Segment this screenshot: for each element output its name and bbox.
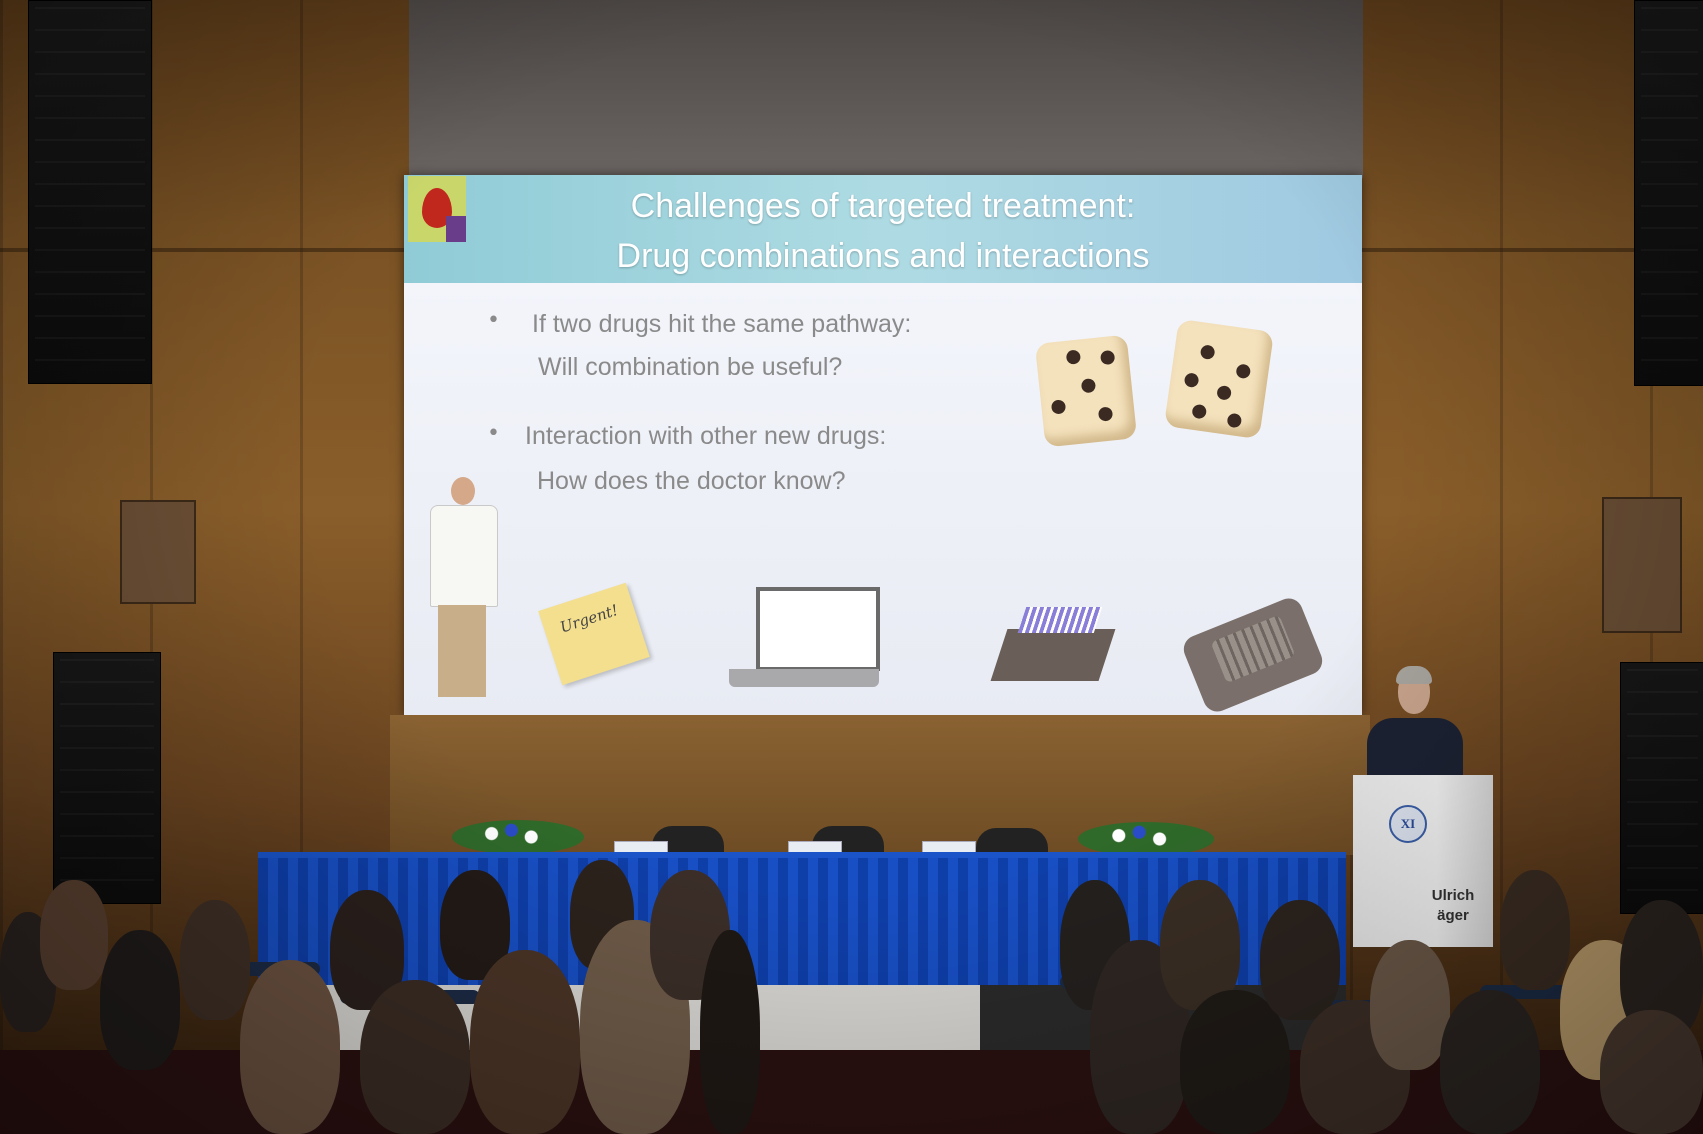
audience-member	[180, 900, 250, 1020]
left-flower-arrangement	[452, 820, 584, 854]
rolodex-cards	[1017, 607, 1103, 633]
left-hanging-speaker	[28, 0, 152, 384]
right-hanging-speaker	[1634, 0, 1703, 386]
projection-screen: Challenges of targeted treatment: Drug c…	[404, 175, 1362, 715]
conference-logo: XI	[1389, 805, 1479, 845]
speaker-name-line2: äger	[1437, 907, 1469, 924]
presenter-hair	[1396, 666, 1432, 684]
audience-member	[1500, 870, 1570, 990]
bullet-dot-2: •	[487, 421, 500, 446]
speaker-name-line1: Ulrich	[1431, 887, 1475, 904]
audience-member	[1600, 1010, 1703, 1134]
dice-image-right	[1163, 318, 1275, 440]
slide-title-line2: Drug combinations and interactions	[616, 237, 1150, 275]
bullet-1-line2: Will combination be useful?	[538, 353, 843, 381]
screen-upper-area	[409, 0, 1363, 178]
right-flower-arrangement	[1078, 822, 1214, 856]
conference-hall-scene: Challenges of targeted treatment: Drug c…	[0, 0, 1703, 1134]
audience-member	[40, 880, 108, 990]
bullet-2-line1: Interaction with other new drugs:	[525, 422, 887, 450]
left-wall-fixture	[120, 500, 196, 604]
audience-member	[360, 980, 470, 1134]
rolodex-image	[990, 629, 1116, 681]
lectern-podium: XI Ulrich äger	[1353, 775, 1493, 947]
audience-member	[1440, 990, 1540, 1134]
conference-logo-mark: XI	[1389, 805, 1427, 843]
doctor-figure-legs	[438, 605, 486, 697]
slide-title-line1: Challenges of targeted treatment:	[630, 187, 1136, 225]
presenter-body	[1367, 718, 1463, 780]
sticky-note-text: Urgent!	[557, 600, 621, 637]
right-floor-speaker-stack	[1620, 662, 1703, 914]
left-floor-speaker-stack	[53, 652, 161, 904]
dice-image-left	[1034, 334, 1138, 448]
audience-member	[240, 960, 340, 1134]
laptop-image-base	[729, 669, 879, 687]
bullet-1-line1: If two drugs hit the same pathway:	[532, 310, 912, 338]
audience-member	[1370, 940, 1450, 1070]
bullet-dot-1: •	[487, 308, 500, 333]
laptop-image-screen	[756, 587, 880, 671]
doctor-figure-head	[451, 477, 475, 505]
audience-member	[1260, 900, 1340, 1020]
bullet-2-line2: How does the doctor know?	[537, 467, 846, 495]
audience-member	[100, 930, 180, 1070]
audience-member	[700, 930, 760, 1134]
doctor-figure-coat	[430, 505, 498, 607]
audience-member	[470, 950, 580, 1134]
right-wall-fixture	[1602, 497, 1682, 633]
